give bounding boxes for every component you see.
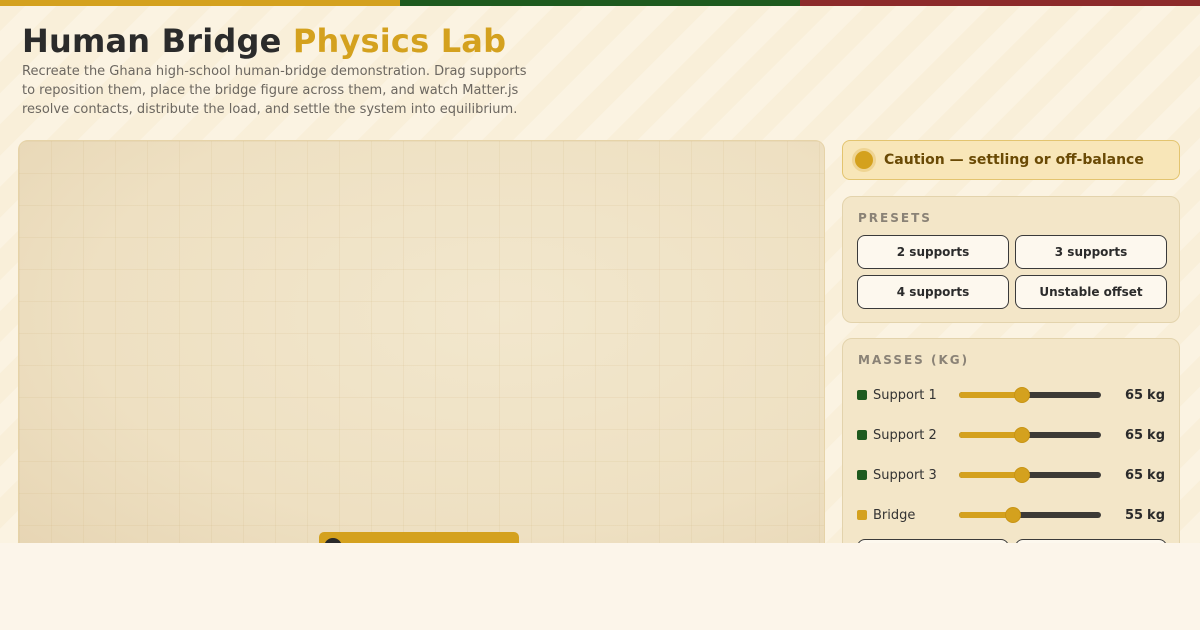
bridge-head [324,538,342,543]
mass-unit: kg [1147,467,1165,483]
flag-stripe-red [800,0,1200,6]
mass-unit: kg [1147,387,1165,403]
page-subtitle: Recreate the Ghana high-school human-bri… [22,64,527,117]
mass-value-number: 65 [1124,467,1144,483]
mass-value-number: 65 [1124,387,1144,403]
preset-4-supports-button[interactable]: 4 supports [857,275,1009,309]
bridge-color-swatch [857,510,867,520]
status-indicator: Caution — settling or off-balance [842,140,1180,180]
support-1-color-swatch [857,390,867,400]
physics-canvas[interactable] [18,140,825,543]
page-title: Human Bridge Physics Lab [22,22,506,60]
mass-row-bridge: Bridge 55 kg [857,495,1165,535]
mass-value: 65 kg [1111,388,1165,403]
mass-label: Support 1 [873,387,937,403]
slider-thumb[interactable] [1013,467,1030,483]
app-stage: Human Bridge Physics Lab Recreate the Gh… [0,0,1200,543]
mass-label: Bridge [873,507,916,523]
slider-fill [959,392,1022,398]
presets-panel: PRESETS 2 supports 3 supports 4 supports… [842,196,1180,323]
status-dot-icon [855,151,873,169]
support-2-color-swatch [857,430,867,440]
mass-label: Support 2 [873,427,937,443]
slider-track [959,392,1101,398]
title-main: Human Bridge [22,22,282,60]
mass-action-buttons [857,539,1167,543]
preset-3-supports-button[interactable]: 3 supports [1015,235,1167,269]
mass-value: 55 kg [1111,508,1165,523]
preset-buttons: 2 supports 3 supports 4 supports Unstabl… [857,235,1167,309]
mass-value: 65 kg [1111,468,1165,483]
slider-track [959,512,1101,518]
flag-stripe-gold [0,0,400,6]
mass-value-number: 65 [1124,427,1144,443]
flag-color-bar [0,0,1200,6]
slider-thumb[interactable] [1013,427,1030,443]
support-2-mass-slider[interactable] [959,427,1101,443]
mass-action-button-right[interactable] [1015,539,1167,543]
masses-panel: MASSES (KG) Support 1 65 kg Support 2 65 k… [842,338,1180,543]
preset-2-supports-button[interactable]: 2 supports [857,235,1009,269]
mass-list: Support 1 65 kg Support 2 65 kg Support 3 [857,375,1165,535]
mass-row-support-1: Support 1 65 kg [857,375,1165,415]
preset-unstable-offset-button[interactable]: Unstable offset [1015,275,1167,309]
support-3-mass-slider[interactable] [959,467,1101,483]
mass-label: Support 3 [873,467,937,483]
support-3-color-swatch [857,470,867,480]
presets-heading: PRESETS [858,211,932,225]
status-text: Caution — settling or off-balance [884,152,1144,168]
mass-action-button-left[interactable] [857,539,1009,543]
slider-fill [959,472,1022,478]
slider-track [959,472,1101,478]
mass-value: 65 kg [1111,428,1165,443]
bridge-figure[interactable] [319,532,519,543]
mass-value-number: 55 [1124,507,1144,523]
mass-row-support-3: Support 3 65 kg [857,455,1165,495]
mass-unit: kg [1147,427,1165,443]
mass-unit: kg [1147,507,1165,523]
slider-thumb[interactable] [1005,507,1022,523]
title-accent: Physics Lab [292,22,507,60]
bridge-mass-slider[interactable] [959,507,1101,523]
slider-track [959,432,1101,438]
masses-heading: MASSES (KG) [858,353,970,367]
flag-stripe-green [400,0,800,6]
slider-fill [959,432,1022,438]
mass-row-support-2: Support 2 65 kg [857,415,1165,455]
support-1-mass-slider[interactable] [959,387,1101,403]
slider-thumb[interactable] [1013,387,1030,403]
